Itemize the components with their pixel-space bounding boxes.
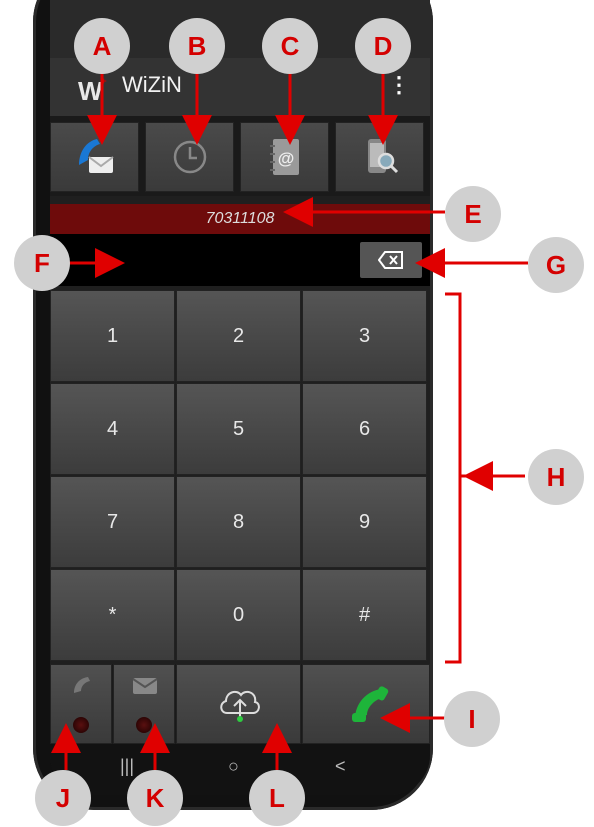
callout-k: K	[127, 770, 183, 826]
callout-h: H	[528, 449, 584, 505]
callout-c: C	[262, 18, 318, 74]
callout-j: J	[35, 770, 91, 826]
callout-i: I	[444, 691, 500, 747]
callout-d: D	[355, 18, 411, 74]
callout-b: B	[169, 18, 225, 74]
callout-a: A	[74, 18, 130, 74]
callout-g: G	[528, 237, 584, 293]
callout-l: L	[249, 770, 305, 826]
callout-e: E	[445, 186, 501, 242]
annotation-arrows	[51, 68, 528, 770]
callout-f: F	[14, 235, 70, 291]
